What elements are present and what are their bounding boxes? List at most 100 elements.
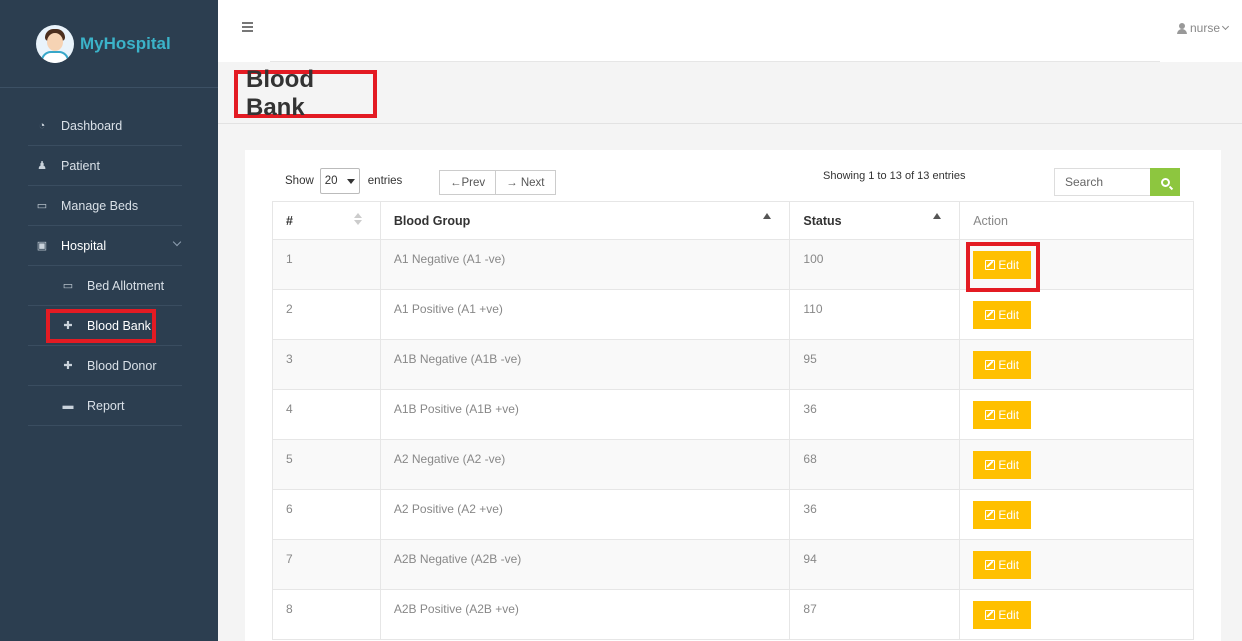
table-header-row: # Blood Group Status Action [272,201,1194,240]
page-title: Blood Bank [234,66,377,121]
cell-status: 110 [789,289,961,340]
user-icon [1176,22,1187,34]
cell-status: 36 [789,389,961,440]
brand-name: MyHospital [80,33,171,53]
header-label: Blood Group [393,214,471,228]
edit-button[interactable]: Edit [973,401,1032,429]
cell-status: 87 [789,589,961,640]
column-header-blood-group[interactable]: Blood Group [379,201,791,240]
edit-label: Edit [998,608,1020,622]
cell-blood-group: A1B Positive (A1B +ve) [379,389,791,440]
edit-label: Edit [998,558,1020,572]
sidebar-item-label: Manage Beds [61,198,139,213]
topbar: nurse [218,0,1242,62]
sidebar-item-hospital[interactable]: ▣ Hospital [28,226,182,266]
cell-blood-group: A1B Negative (A1B -ve) [379,339,791,390]
table-row: 7 A2B Negative (A2B -ve) 94 Edit [272,539,1194,590]
edit-button[interactable]: Edit [973,351,1032,379]
edit-button[interactable]: Edit [973,501,1032,529]
cell-blood-group: A2B Negative (A2B -ve) [379,539,791,590]
sidebar-item-label: Blood Donor [87,358,157,373]
sort-asc-icon [933,213,942,219]
sort-icon [353,213,362,225]
cell-status: 36 [789,489,961,540]
sidebar-item-label: Patient [61,158,100,173]
sidebar-item-blood-donor[interactable]: ✚ Blood Donor [28,346,182,386]
cell-action: Edit [959,439,1194,490]
blood-bank-table: # Blood Group Status Action 1 A1 Negative… [272,201,1194,640]
cell-number: 4 [272,389,381,440]
sidebar-item-label: Dashboard [61,118,123,133]
edit-button[interactable]: Edit [973,551,1032,579]
edit-button[interactable]: Edit [973,601,1032,629]
cell-blood-group: A2B Positive (A2B +ve) [379,589,791,640]
caret-down-icon [346,178,355,184]
header-label: # [286,214,293,228]
search-box [1054,168,1180,196]
table-row: 5 A2 Negative (A2 -ve) 68 Edit [272,439,1194,490]
prev-button[interactable]: ←Prev [439,170,497,195]
edit-icon [985,260,996,270]
user-menu[interactable]: nurse [1176,21,1230,35]
page-header: Blood Bank [218,62,1242,124]
sidebar: MyHospital ◔ Dashboard ♟ Patient ▭ Manag… [0,0,218,641]
column-header-action: Action [959,201,1194,240]
cell-blood-group: A1 Negative (A1 -ve) [379,239,791,290]
sidebar-item-blood-bank[interactable]: ✚ Blood Bank [28,306,182,346]
cell-number: 6 [272,489,381,540]
cell-number: 1 [272,239,381,290]
edit-icon [985,360,996,370]
cell-blood-group: A2 Negative (A2 -ve) [379,439,791,490]
table-row: 4 A1B Positive (A1B +ve) 36 Edit [272,389,1194,440]
edit-label: Edit [998,308,1020,322]
doctor-avatar-icon [36,24,74,63]
edit-icon [985,560,996,570]
column-header-number[interactable]: # [272,201,381,240]
sidebar-item-manage-beds[interactable]: ▭ Manage Beds [28,186,182,226]
cell-blood-group: A2 Positive (A2 +ve) [379,489,791,540]
hospital-icon: ▣ [36,240,48,252]
bed-icon: ▭ [36,200,48,212]
menu-toggle-icon[interactable] [242,22,253,32]
search-input[interactable] [1054,168,1150,196]
sidebar-item-label: Bed Allotment [87,278,165,293]
edit-icon [985,410,996,420]
edit-icon [985,610,996,620]
sidebar-item-dashboard[interactable]: ◔ Dashboard [28,106,182,146]
brand[interactable]: MyHospital [0,0,218,88]
cell-status: 94 [789,539,961,590]
edit-button[interactable]: Edit [973,251,1032,279]
sidebar-item-report[interactable]: ▬ Report [28,386,182,426]
header-label: Status [803,214,842,228]
edit-label: Edit [998,358,1020,372]
cell-action: Edit [959,289,1194,340]
chevron-down-icon [172,237,182,247]
sidebar-item-bed-allotment[interactable]: ▭ Bed Allotment [28,266,182,306]
cell-blood-group: A1 Positive (A1 +ve) [379,289,791,340]
edit-button[interactable]: Edit [973,301,1032,329]
page-size-select[interactable]: 20 [319,168,360,194]
edit-icon [985,310,996,320]
pager: ←Prev → Next [439,170,556,195]
cell-action: Edit [959,539,1194,590]
next-button[interactable]: → Next [496,170,556,195]
sidebar-item-patient[interactable]: ♟ Patient [28,146,182,186]
cell-number: 3 [272,339,381,390]
medkit-icon: ✚ [63,360,73,372]
search-button[interactable] [1150,168,1180,196]
page-size-value: 20 [324,175,338,187]
table-row: 6 A2 Positive (A2 +ve) 36 Edit [272,489,1194,540]
page-size-control: Show 20 entries [285,168,402,194]
column-header-status[interactable]: Status [789,201,961,240]
cell-action: Edit [959,239,1194,292]
user-name: nurse [1189,21,1220,35]
show-label: Show [285,175,314,187]
briefcase-icon: ▬ [62,399,74,412]
edit-button[interactable]: Edit [973,451,1032,479]
entries-label: entries [367,175,403,187]
cell-number: 5 [272,439,381,490]
entries-info: Showing 1 to 13 of 13 entries [823,170,966,182]
table-row: 8 A2B Positive (A2B +ve) 87 Edit [272,589,1194,640]
edit-icon [985,510,996,520]
cell-action: Edit [959,489,1194,540]
